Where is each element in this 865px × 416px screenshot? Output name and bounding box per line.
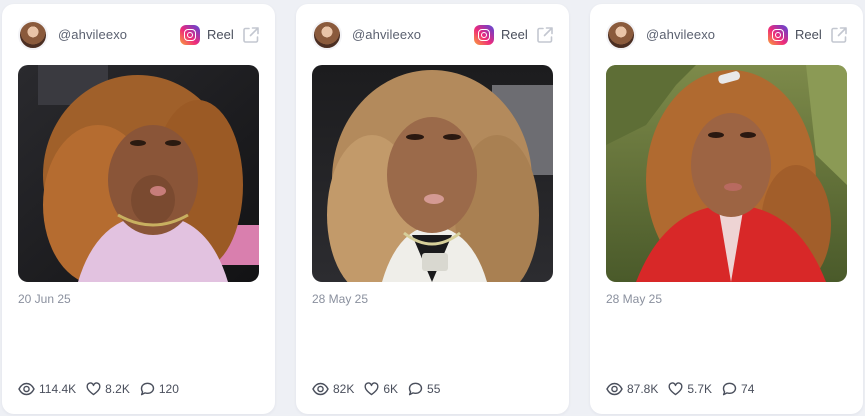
post-thumbnail[interactable]: [312, 65, 553, 282]
post-date: 28 May 25: [312, 292, 369, 306]
likes-count: 5.7K: [687, 382, 713, 396]
comments-count: 74: [741, 382, 755, 396]
post-stats: 87.8K 5.7K 74: [606, 380, 754, 398]
post-grid: @ahvileexo Reel 20 Jun 25 114.4K 8.2K 12…: [0, 0, 865, 416]
views-stat: 114.4K: [18, 382, 76, 396]
card-header: @ahvileexo Reel: [312, 20, 555, 50]
likes-stat: 6K: [364, 382, 398, 396]
instagram-icon: [474, 25, 494, 45]
post-type-label: Reel: [795, 27, 822, 42]
external-link-icon[interactable]: [829, 25, 849, 45]
eye-icon: [312, 382, 329, 396]
heart-icon: [668, 382, 683, 396]
post-stats: 82K 6K 55: [312, 380, 440, 398]
comments-stat: 120: [140, 382, 179, 396]
likes-count: 6K: [383, 382, 399, 396]
eye-icon: [606, 382, 623, 396]
post-date: 20 Jun 25: [18, 292, 71, 306]
card-header: @ahvileexo Reel: [18, 20, 261, 50]
comments-count: 55: [427, 382, 441, 396]
views-count: 114.4K: [39, 382, 77, 396]
comment-icon: [408, 382, 423, 396]
heart-icon: [364, 382, 379, 396]
likes-count: 8.2K: [105, 382, 130, 396]
likes-stat: 5.7K: [668, 382, 712, 396]
post-thumbnail[interactable]: [18, 65, 259, 282]
post-type-label: Reel: [501, 27, 528, 42]
heart-icon: [86, 382, 101, 396]
post-thumbnail[interactable]: [606, 65, 847, 282]
comment-icon: [722, 382, 737, 396]
post-stats: 114.4K 8.2K 120: [18, 380, 179, 398]
post-card[interactable]: @ahvileexo Reel: [2, 4, 275, 414]
comments-stat: 55: [408, 382, 440, 396]
eye-icon: [18, 382, 35, 396]
external-link-icon[interactable]: [241, 25, 261, 45]
username[interactable]: @ahvileexo: [352, 27, 421, 42]
comments-stat: 74: [722, 382, 754, 396]
post-card[interactable]: @ahvileexo Reel: [296, 4, 569, 414]
avatar[interactable]: [18, 20, 48, 50]
post-type-label: Reel: [207, 27, 234, 42]
comment-icon: [140, 382, 155, 396]
views-count: 87.8K: [627, 382, 659, 396]
username[interactable]: @ahvileexo: [646, 27, 715, 42]
instagram-icon: [768, 25, 788, 45]
views-stat: 87.8K: [606, 382, 658, 396]
avatar[interactable]: [312, 20, 342, 50]
post-card[interactable]: @ahvileexo Reel: [590, 4, 863, 414]
post-date: 28 May 25: [606, 292, 663, 306]
likes-stat: 8.2K: [86, 382, 130, 396]
views-count: 82K: [333, 382, 355, 396]
views-stat: 82K: [312, 382, 354, 396]
card-header: @ahvileexo Reel: [606, 20, 849, 50]
comments-count: 120: [158, 382, 179, 396]
username[interactable]: @ahvileexo: [58, 27, 127, 42]
instagram-icon: [180, 25, 200, 45]
avatar[interactable]: [606, 20, 636, 50]
external-link-icon[interactable]: [535, 25, 555, 45]
